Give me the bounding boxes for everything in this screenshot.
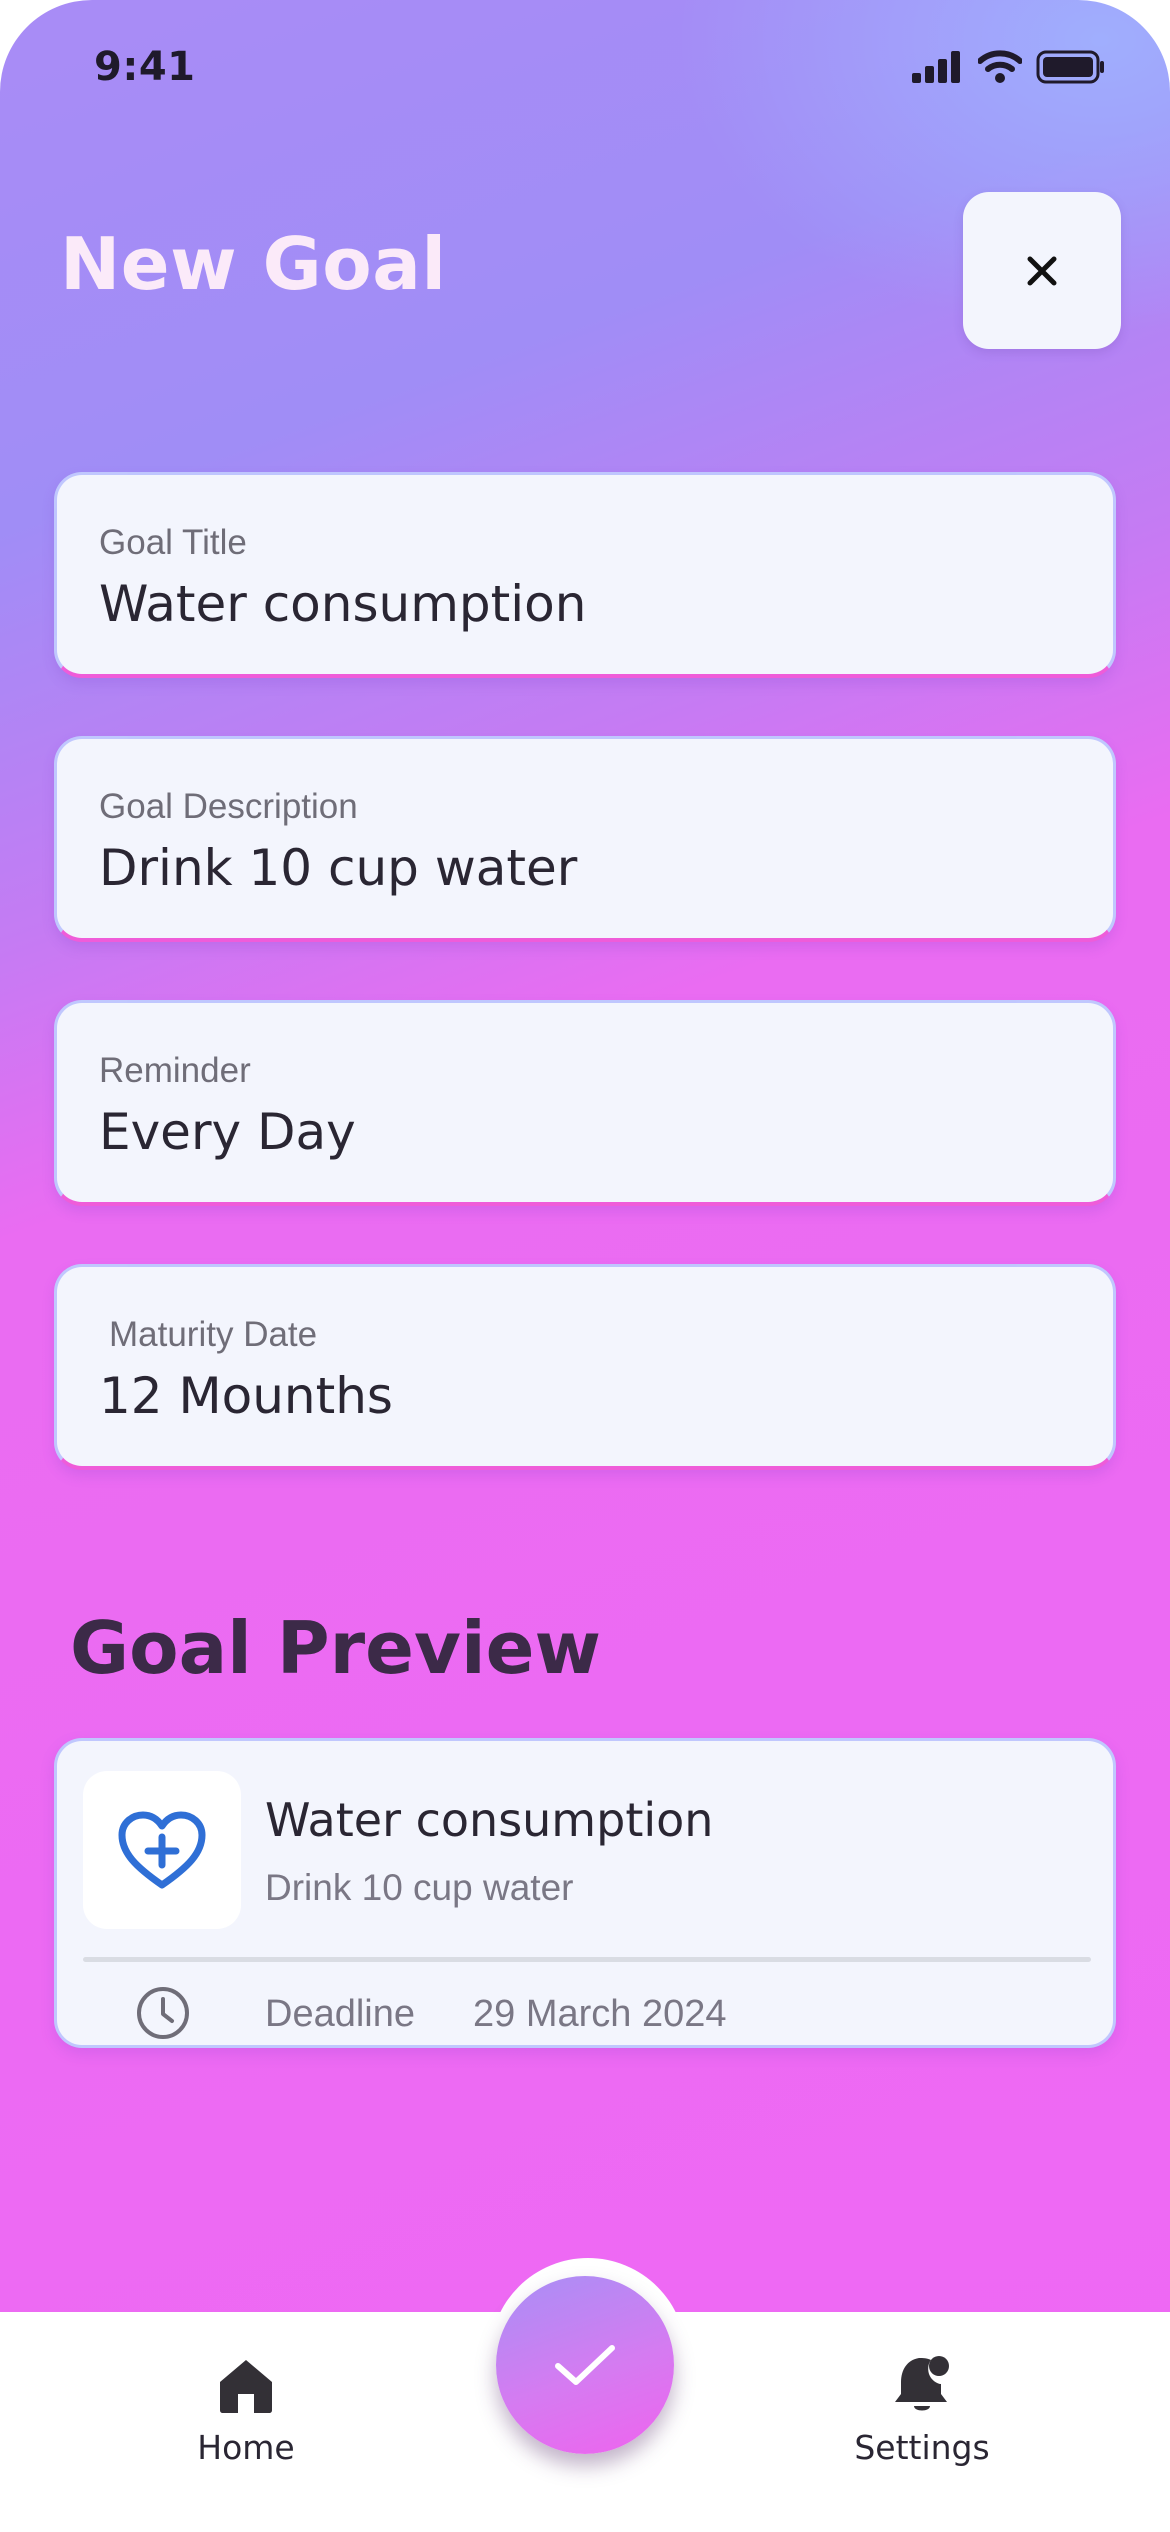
preview-description: Drink 10 cup water — [265, 1867, 574, 1908]
maturity-date-field[interactable]: Maturity Date 12 Mounths — [54, 1264, 1116, 1470]
field-label: Reminder — [99, 1051, 251, 1090]
goal-title-field[interactable]: Goal Title Water consumption — [54, 472, 1116, 678]
status-icons — [912, 50, 1106, 84]
heart-plus-icon — [118, 1811, 206, 1889]
battery-icon — [1036, 50, 1104, 84]
status-time: 9:41 — [94, 44, 196, 90]
tab-home-label: Home — [197, 2428, 295, 2467]
deadline-date: 29 March 2024 — [473, 1993, 727, 2035]
notification-bell-icon — [895, 2356, 949, 2411]
status-bar: 9:41 — [0, 0, 1170, 140]
field-value[interactable]: Water consumption — [99, 575, 586, 633]
tab-settings-label: Settings — [854, 2428, 990, 2467]
page-title: New Goal — [60, 222, 447, 306]
preview-title: Water consumption — [265, 1793, 714, 1847]
wifi-icon — [978, 50, 1022, 83]
preview-icon-box — [83, 1771, 241, 1929]
tab-home[interactable]: Home — [186, 2356, 306, 2467]
field-label: Maturity Date — [109, 1315, 318, 1354]
field-value[interactable]: Every Day — [99, 1103, 356, 1161]
goal-preview-card: Water consumption Drink 10 cup water Dea… — [54, 1738, 1116, 2048]
goal-description-field[interactable]: Goal Description Drink 10 cup water — [54, 736, 1116, 942]
confirm-button[interactable] — [496, 2276, 674, 2454]
close-icon — [1027, 256, 1057, 285]
deadline-label: Deadline — [265, 1993, 415, 2035]
reminder-field[interactable]: Reminder Every Day — [54, 1000, 1116, 1206]
close-button[interactable] — [963, 192, 1121, 349]
field-label: Goal Description — [99, 787, 358, 826]
field-value[interactable]: Drink 10 cup water — [99, 839, 577, 897]
new-goal-screen: 9:41 New Goal Goal Title Water consumpti… — [0, 0, 1170, 2532]
tab-settings[interactable]: Settings — [852, 2350, 992, 2467]
home-icon — [220, 2360, 272, 2413]
field-value[interactable]: 12 Mounths — [99, 1367, 393, 1425]
preview-divider — [83, 1957, 1091, 1962]
field-label: Goal Title — [99, 523, 247, 562]
check-icon — [555, 2345, 615, 2385]
clock-icon — [137, 1987, 189, 2039]
cellular-signal-icon — [912, 51, 960, 83]
goal-preview-heading: Goal Preview — [70, 1606, 601, 1690]
